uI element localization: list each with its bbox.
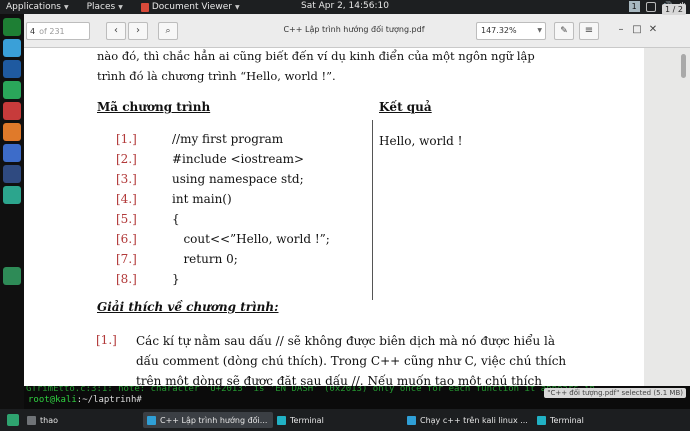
top-panel: Applications ▼ Places ▼ Document Viewer … (0, 0, 690, 14)
workspace-indicator[interactable]: 1 (628, 1, 640, 12)
chevron-right-icon: › (136, 25, 140, 36)
annotate-button[interactable]: ✎ (554, 22, 574, 40)
taskbar-item-label: thao (40, 415, 59, 425)
explanation-number: [1.] (96, 333, 117, 347)
taskbar-item-label: Terminal (550, 415, 584, 425)
document-viewer-window: 4 of 231 ‹ › ⌕ C++ Lập trình hướng đối t… (24, 14, 690, 386)
code-line-number: [3.] (116, 172, 137, 186)
metasploit-app-icon[interactable] (3, 60, 21, 78)
pdf-page[interactable]: nào đó, thì chắc hẳn ai cũng biết đến ví… (24, 48, 644, 386)
explanation-line: trên một dòng sẽ được đặt sau dấu //. Nế… (136, 374, 542, 386)
code-line-number: [2.] (116, 152, 137, 166)
taskbar-item-label: Chạy c++ trên kali linux ... (420, 415, 528, 425)
code-line: } (172, 272, 180, 286)
code-line: using namespace std; (172, 172, 304, 186)
page-number-field[interactable]: 4 of 231 (26, 22, 90, 40)
file-selection-status: "C++ đối tượng.pdf" selected (5.1 MB) (544, 388, 686, 398)
code-line-number: [1.] (116, 132, 137, 146)
app-grid-icon[interactable] (3, 267, 21, 285)
terminal-output-line: GTrimEtto.c:3:1: note: character 'U+2013… (26, 386, 595, 394)
files-app-icon[interactable] (3, 39, 21, 57)
code-heading: Mã chương trình (97, 100, 211, 114)
zoom-value: 147.32% (481, 26, 517, 35)
burp-app-icon[interactable] (3, 123, 21, 141)
maximize-icon: □ (632, 24, 642, 35)
grid-icon (7, 414, 19, 426)
search-button[interactable]: ⌕ (158, 22, 178, 40)
page-current: 4 (30, 26, 36, 36)
taskbar-item-label: C++ Lập trình hướng đối... (160, 415, 268, 425)
terminal-app-icon[interactable] (3, 18, 21, 36)
leafpad-app-icon[interactable] (3, 186, 21, 204)
explanation-heading: Giải thích về chương trình: (97, 300, 279, 314)
scrollbar-thumb[interactable] (681, 54, 686, 78)
explanation-line: Các kí tự nằm sau dấu // sẽ không được b… (136, 334, 555, 348)
taskbar-item[interactable]: Chạy c++ trên kali linux ... (403, 412, 533, 428)
intro-line: trình đó là chương trình “Hello, world !… (97, 69, 336, 83)
page-total: of 231 (39, 26, 65, 36)
recordmydesktop-app-icon[interactable] (3, 165, 21, 183)
prompt-path: :~/laptrinh# (76, 395, 142, 405)
code-line: //my first program (172, 132, 284, 146)
code-line-number: [5.] (116, 212, 137, 226)
show-desktop-button[interactable] (3, 412, 23, 428)
window-icon (147, 415, 156, 425)
column-divider (372, 120, 373, 300)
maltego-app-icon[interactable] (3, 81, 21, 99)
chevron-left-icon: ‹ (114, 25, 118, 36)
maximize-button[interactable]: □ (630, 22, 644, 40)
code-line: cout<<”Hello, world !”; (172, 232, 330, 246)
close-icon: ✕ (648, 24, 658, 35)
code-line: #include <iostream> (172, 152, 305, 166)
window-icon (277, 415, 286, 425)
window-icon (407, 415, 416, 425)
taskbar-item[interactable]: thao (23, 412, 143, 428)
faraday-app-icon[interactable] (3, 144, 21, 162)
next-page-button[interactable]: › (128, 22, 148, 40)
code-line-number: [7.] (116, 252, 137, 266)
desktop: Applications ▼ Places ▼ Document Viewer … (0, 0, 690, 431)
clock[interactable]: Sat Apr 2, 14:56:10 (0, 1, 690, 11)
chevron-down-icon: ▼ (537, 27, 542, 34)
minimize-icon: – (618, 24, 624, 35)
pencil-icon: ✎ (560, 26, 568, 36)
code-line: return 0; (172, 252, 238, 266)
previous-page-button[interactable]: ‹ (106, 22, 126, 40)
vertical-scrollbar[interactable] (644, 48, 690, 386)
close-button[interactable]: ✕ (646, 22, 660, 40)
code-line-number: [6.] (116, 232, 137, 246)
taskbar-item-label: Terminal (290, 415, 324, 425)
result-text: Hello, world ! (379, 134, 463, 148)
document-title: C++ Lập trình hướng đối tượng.pdf (283, 25, 425, 34)
code-line: int main() (172, 192, 232, 206)
taskbar-item[interactable]: C++ Lập trình hướng đối... (143, 412, 273, 428)
workspace-pager[interactable]: 1 / 2 (662, 4, 686, 15)
menu-button[interactable]: ≡ (579, 22, 599, 40)
result-heading: Kết quả (379, 100, 432, 114)
hamburger-icon: ≡ (584, 25, 594, 36)
armitage-app-icon[interactable] (3, 102, 21, 120)
viewer-toolbar: 4 of 231 ‹ › ⌕ C++ Lập trình hướng đối t… (24, 14, 690, 48)
code-line: { (172, 212, 180, 226)
window-icon (537, 415, 546, 425)
search-icon: ⌕ (165, 26, 171, 36)
favorites-dock (0, 14, 24, 409)
explanation-line: dấu comment (dòng chú thích). Trong C++ … (136, 354, 567, 368)
network-icon[interactable] (645, 1, 656, 12)
intro-line: nào đó, thì chắc hẳn ai cũng biết đến ví… (97, 49, 535, 63)
window-icon (27, 415, 36, 425)
minimize-button[interactable]: – (614, 22, 628, 40)
code-line-number: [4.] (116, 192, 137, 206)
prompt-user: root@kali (28, 395, 77, 405)
taskbar: thao C++ Lập trình hướng đối... Terminal Ch… (0, 409, 690, 431)
taskbar-item[interactable]: Terminal (533, 412, 663, 428)
terminal-prompt: root@kali:~/laptrinh# (28, 395, 142, 405)
taskbar-item[interactable]: Terminal (273, 412, 403, 428)
zoom-select[interactable]: 147.32% ▼ (476, 22, 546, 40)
code-line-number: [8.] (116, 272, 137, 286)
terminal-window[interactable]: GTrimEtto.c:3:1: note: character 'U+2013… (24, 386, 690, 409)
